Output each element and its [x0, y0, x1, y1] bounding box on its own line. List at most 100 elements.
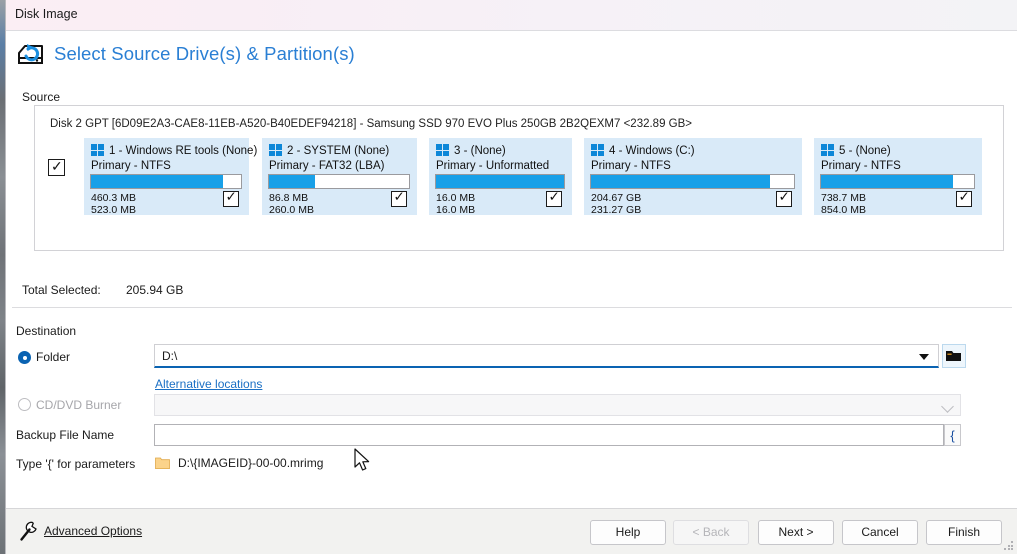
partition-title-text: 4 - Windows (C:)	[609, 145, 695, 157]
window-body: Disk Image Select Source Drive(s) & Part…	[5, 0, 1017, 554]
windows-logo-icon	[269, 144, 282, 156]
partition-subtitle: Primary - NTFS	[91, 160, 171, 172]
partition-used-size: 738.7 MB	[821, 192, 866, 204]
partition-total-size: 16.0 MB	[436, 203, 476, 216]
disk-image-icon	[16, 40, 46, 68]
partition-tile[interactable]: 5 - (None) Primary - NTFS 738.7 MB 854.0 MB…	[814, 138, 982, 215]
chevron-down-icon	[941, 400, 954, 413]
partition-tile[interactable]: 1 - Windows RE tools (None) Primary - NTF…	[84, 138, 257, 216]
folder-icon	[155, 456, 170, 470]
windows-logo-icon	[436, 144, 449, 156]
folder-radio[interactable]	[18, 351, 31, 364]
finish-button[interactable]: Finish	[926, 520, 1002, 545]
cd-dvd-burner-combobox	[154, 394, 961, 416]
disk-header-label: Disk 2 GPT [6D09E2A3-CAE8-11EB-A520-B40E…	[50, 118, 692, 130]
partition-subtitle: Primary - NTFS	[591, 160, 671, 172]
partition-checkbox[interactable]: ✓	[776, 189, 792, 207]
folder-radio-label: Folder	[36, 350, 71, 364]
partition-usage-fill	[269, 175, 316, 188]
partition-usage-bar	[590, 174, 795, 189]
backup-file-name-label: Backup File Name	[16, 428, 115, 442]
partition-usage-bar	[268, 174, 410, 189]
partition-used-size: 16.0 MB	[436, 192, 476, 204]
partition-total-size: 523.0 MB	[91, 203, 136, 216]
browse-folder-button[interactable]	[942, 344, 966, 368]
help-button[interactable]: Help	[590, 520, 666, 545]
checkmark-icon: ✓	[548, 189, 560, 204]
dialog-footer: Advanced Options Help < Back Next > Cancel F…	[6, 508, 1017, 554]
partition-sizes: 460.3 MB 523.0 MB	[91, 192, 136, 216]
partition-usage-fill	[591, 175, 770, 188]
checkmark-icon: ✓	[225, 189, 237, 204]
partition-checkbox[interactable]: ✓	[546, 189, 562, 207]
partition-checkbox[interactable]: ✓	[223, 189, 239, 207]
total-selected-value: 205.94 GB	[126, 283, 184, 297]
window-title: Disk Image	[15, 7, 78, 21]
back-button: < Back	[673, 520, 749, 545]
partition-total-size: 231.27 GB	[591, 203, 642, 216]
partition-checkbox[interactable]: ✓	[956, 189, 972, 207]
partition-title: 5 - (None)	[821, 144, 974, 157]
cd-dvd-burner-label: CD/DVD Burner	[36, 398, 122, 412]
checkmark-icon: ✓	[958, 189, 970, 204]
next-button[interactable]: Next >	[758, 520, 834, 545]
partition-subtitle: Primary - Unformatted	[436, 160, 550, 172]
partition-sizes: 738.7 MB 854.0 MB	[821, 192, 866, 216]
mouse-cursor	[354, 448, 372, 478]
cancel-button[interactable]: Cancel	[842, 520, 918, 545]
partition-title-text: 2 - SYSTEM (None)	[287, 145, 390, 157]
destination-path-preview: D:\{IMAGEID}-00-00.mrimg	[178, 456, 324, 470]
windows-logo-icon	[91, 144, 104, 156]
partition-title-text: 3 - (None)	[454, 145, 506, 157]
alternative-locations-link[interactable]: Alternative locations	[155, 377, 262, 391]
chevron-down-icon[interactable]	[919, 354, 929, 360]
disk-image-wizard-window: Disk Image Select Source Drive(s) & Part…	[0, 0, 1017, 554]
checkmark-icon: ✓	[51, 158, 63, 174]
partition-used-size: 86.8 MB	[269, 192, 309, 204]
partition-usage-bar	[90, 174, 242, 189]
partition-sizes: 16.0 MB 16.0 MB	[436, 192, 476, 216]
parameters-brace-button[interactable]: {	[944, 424, 961, 446]
partition-total-size: 260.0 MB	[269, 203, 314, 216]
partition-sizes: 86.8 MB 260.0 MB	[269, 192, 314, 216]
source-group-label: Source	[22, 90, 61, 104]
partition-usage-bar	[820, 174, 975, 189]
partition-subtitle: Primary - FAT32 (LBA)	[269, 160, 385, 172]
partition-usage-bar	[435, 174, 565, 189]
checkmark-icon: ✓	[778, 189, 790, 204]
partition-subtitle: Primary - NTFS	[821, 160, 901, 172]
partition-title: 1 - Windows RE tools (None)	[91, 144, 257, 157]
cd-dvd-burner-radio[interactable]	[18, 398, 31, 411]
partition-title: 4 - Windows (C:)	[591, 144, 794, 157]
advanced-options-link[interactable]: Advanced Options	[44, 524, 142, 538]
total-selected-label: Total Selected:	[22, 283, 101, 297]
partition-tile[interactable]: 2 - SYSTEM (None) Primary - FAT32 (LBA) 86…	[262, 138, 417, 215]
disk-select-checkbox[interactable]: ✓	[48, 158, 65, 176]
page-title: Select Source Drive(s) & Partition(s)	[54, 43, 355, 64]
partition-usage-fill	[821, 175, 953, 188]
checkmark-icon: ✓	[393, 189, 405, 204]
type-parameters-hint-label: Type '{' for parameters	[16, 457, 136, 471]
partition-title: 3 - (None)	[436, 144, 564, 157]
partition-used-size: 460.3 MB	[91, 192, 136, 204]
partition-title-text: 1 - Windows RE tools (None)	[109, 145, 258, 157]
partition-tile[interactable]: 3 - (None) Primary - Unformatted 16.0 MB 16…	[429, 138, 572, 215]
partition-checkbox[interactable]: ✓	[391, 189, 407, 207]
partition-usage-fill	[436, 175, 564, 188]
partition-title: 2 - SYSTEM (None)	[269, 144, 409, 157]
wrench-icon	[18, 520, 40, 542]
title-bar[interactable]: Disk Image	[6, 0, 1017, 31]
destination-group-label: Destination	[16, 324, 77, 338]
section-divider	[12, 307, 1012, 308]
partition-usage-fill	[91, 175, 223, 188]
partition-title-text: 5 - (None)	[839, 145, 891, 157]
partition-tile[interactable]: 4 - Windows (C:) Primary - NTFS 204.67 GB 2…	[584, 138, 802, 215]
folder-path-value: D:\	[162, 349, 178, 363]
resize-grip[interactable]	[1004, 541, 1014, 551]
partition-total-size: 854.0 MB	[821, 203, 866, 216]
backup-file-name-input[interactable]	[154, 424, 944, 446]
folder-path-combobox[interactable]: D:\	[154, 344, 939, 368]
partition-used-size: 204.67 GB	[591, 192, 642, 204]
windows-logo-icon	[821, 144, 834, 156]
windows-logo-icon	[591, 144, 604, 156]
